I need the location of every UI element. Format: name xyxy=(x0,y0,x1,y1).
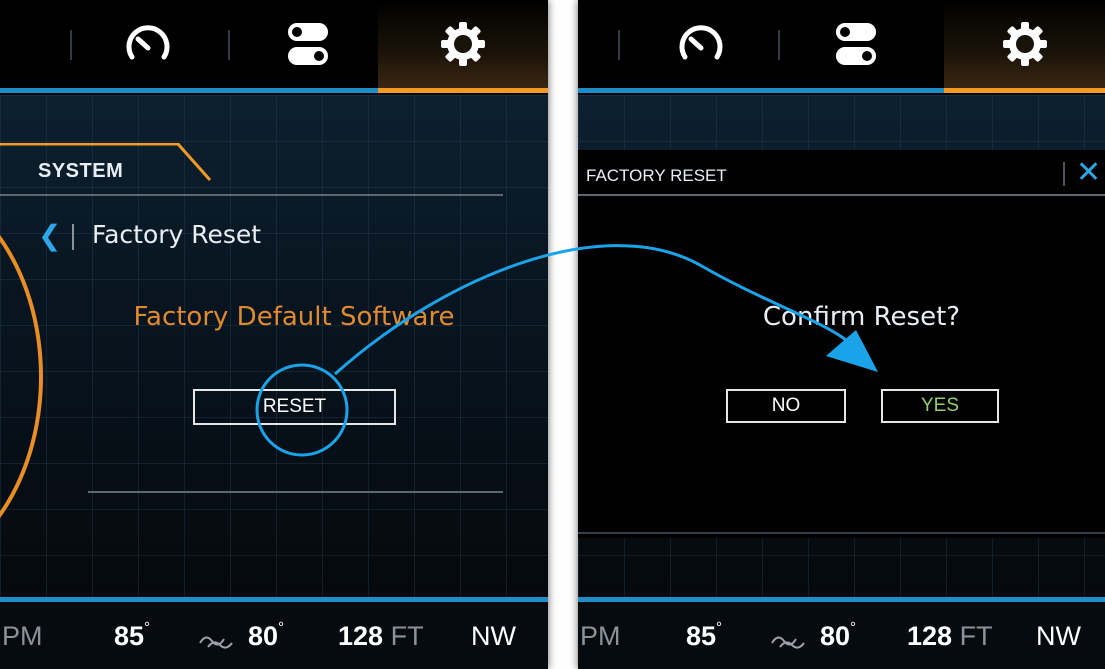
section-tab-label[interactable]: SYSTEM xyxy=(38,160,123,183)
confirm-dialog xyxy=(578,150,1105,538)
status-temp-1: 85° xyxy=(686,619,723,651)
breadcrumb-separator xyxy=(72,224,74,250)
status-temp-1: 85° xyxy=(114,619,151,651)
status-temp-2: 80° xyxy=(248,619,285,651)
water-temp-icon xyxy=(198,627,236,658)
status-depth: 128 FT xyxy=(338,621,424,651)
close-icon: ✕ xyxy=(1076,155,1102,190)
dialog-bottom-divider xyxy=(578,532,1105,534)
tab-separator xyxy=(618,30,620,60)
toggles-icon xyxy=(284,19,332,69)
confirm-prompt: Confirm Reset? xyxy=(762,302,961,332)
yes-button[interactable]: YES xyxy=(881,389,999,423)
close-button[interactable]: ✕ xyxy=(1076,156,1101,190)
active-tab-underline xyxy=(378,88,548,93)
dialog-title-divider xyxy=(578,194,1105,196)
tab-separator xyxy=(70,30,72,60)
back-button[interactable]: ❮ xyxy=(38,222,61,250)
status-depth: 128 FT xyxy=(907,621,993,651)
toggles-icon xyxy=(832,19,880,69)
tab-gauges[interactable] xyxy=(638,0,763,88)
speedometer-icon xyxy=(123,19,173,69)
settings-screen-right: FACTORY RESET ✕ Confirm Reset? NO YES PM… xyxy=(578,0,1105,669)
status-bar: PM 85° 80° 128 FT NW xyxy=(0,597,548,669)
tab-gauges[interactable] xyxy=(85,0,210,88)
top-nav-bar xyxy=(578,0,1105,93)
reset-button[interactable]: RESET xyxy=(193,389,396,425)
close-separator xyxy=(1063,162,1065,186)
status-bar-line xyxy=(578,597,1105,602)
top-nav-bar xyxy=(0,0,548,93)
status-heading: NW xyxy=(1036,621,1081,651)
tab-settings[interactable] xyxy=(944,0,1105,88)
no-button[interactable]: NO xyxy=(726,389,846,423)
divider xyxy=(0,194,503,196)
status-bar-line xyxy=(0,597,548,602)
nav-underline xyxy=(0,88,378,93)
tab-controls[interactable] xyxy=(245,0,370,88)
tab-separator xyxy=(228,30,230,60)
speedometer-icon xyxy=(676,19,726,69)
water-temp-icon xyxy=(770,627,808,658)
status-bar: PM 85° 80° 128 FT NW xyxy=(578,597,1105,669)
gear-icon xyxy=(1000,19,1050,69)
nav-underline xyxy=(578,88,944,93)
status-temp-2: 80° xyxy=(820,619,857,651)
settings-screen-left: SYSTEM ❮ Factory Reset Factory Default S… xyxy=(0,0,548,669)
tab-controls[interactable] xyxy=(793,0,918,88)
status-rpm: PM xyxy=(2,621,43,651)
status-heading: NW xyxy=(471,621,516,651)
chevron-left-icon: ❮ xyxy=(38,219,62,252)
section-heading: Factory Default Software xyxy=(133,302,455,332)
breadcrumb: Factory Reset xyxy=(92,220,262,249)
gear-icon xyxy=(438,19,488,69)
dialog-title: FACTORY RESET xyxy=(586,166,727,185)
divider xyxy=(88,491,503,493)
status-rpm: PM xyxy=(580,621,621,651)
active-tab-underline xyxy=(944,88,1105,93)
tab-separator xyxy=(778,30,780,60)
tab-settings[interactable] xyxy=(378,0,548,88)
